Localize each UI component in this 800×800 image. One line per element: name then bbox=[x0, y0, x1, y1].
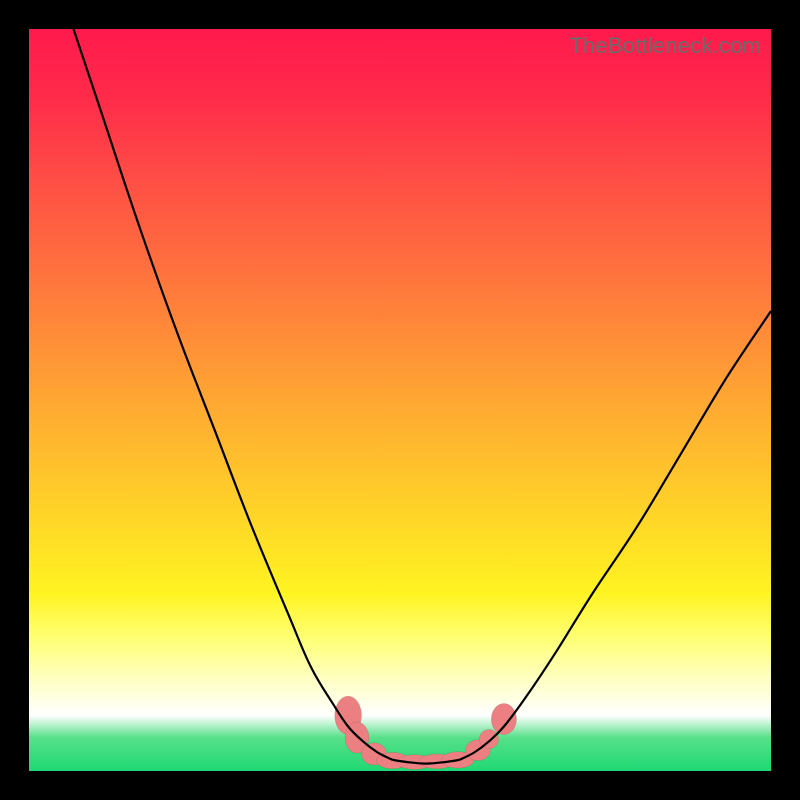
highlight-blobs-group bbox=[335, 696, 517, 769]
left-branch-curve bbox=[74, 29, 393, 760]
chart-svg bbox=[29, 29, 771, 771]
highlight-blob bbox=[491, 704, 516, 735]
outer-frame: TheBottleneck.com bbox=[0, 0, 800, 800]
right-branch-curve bbox=[459, 311, 771, 760]
plot-area: TheBottleneck.com bbox=[29, 29, 771, 771]
